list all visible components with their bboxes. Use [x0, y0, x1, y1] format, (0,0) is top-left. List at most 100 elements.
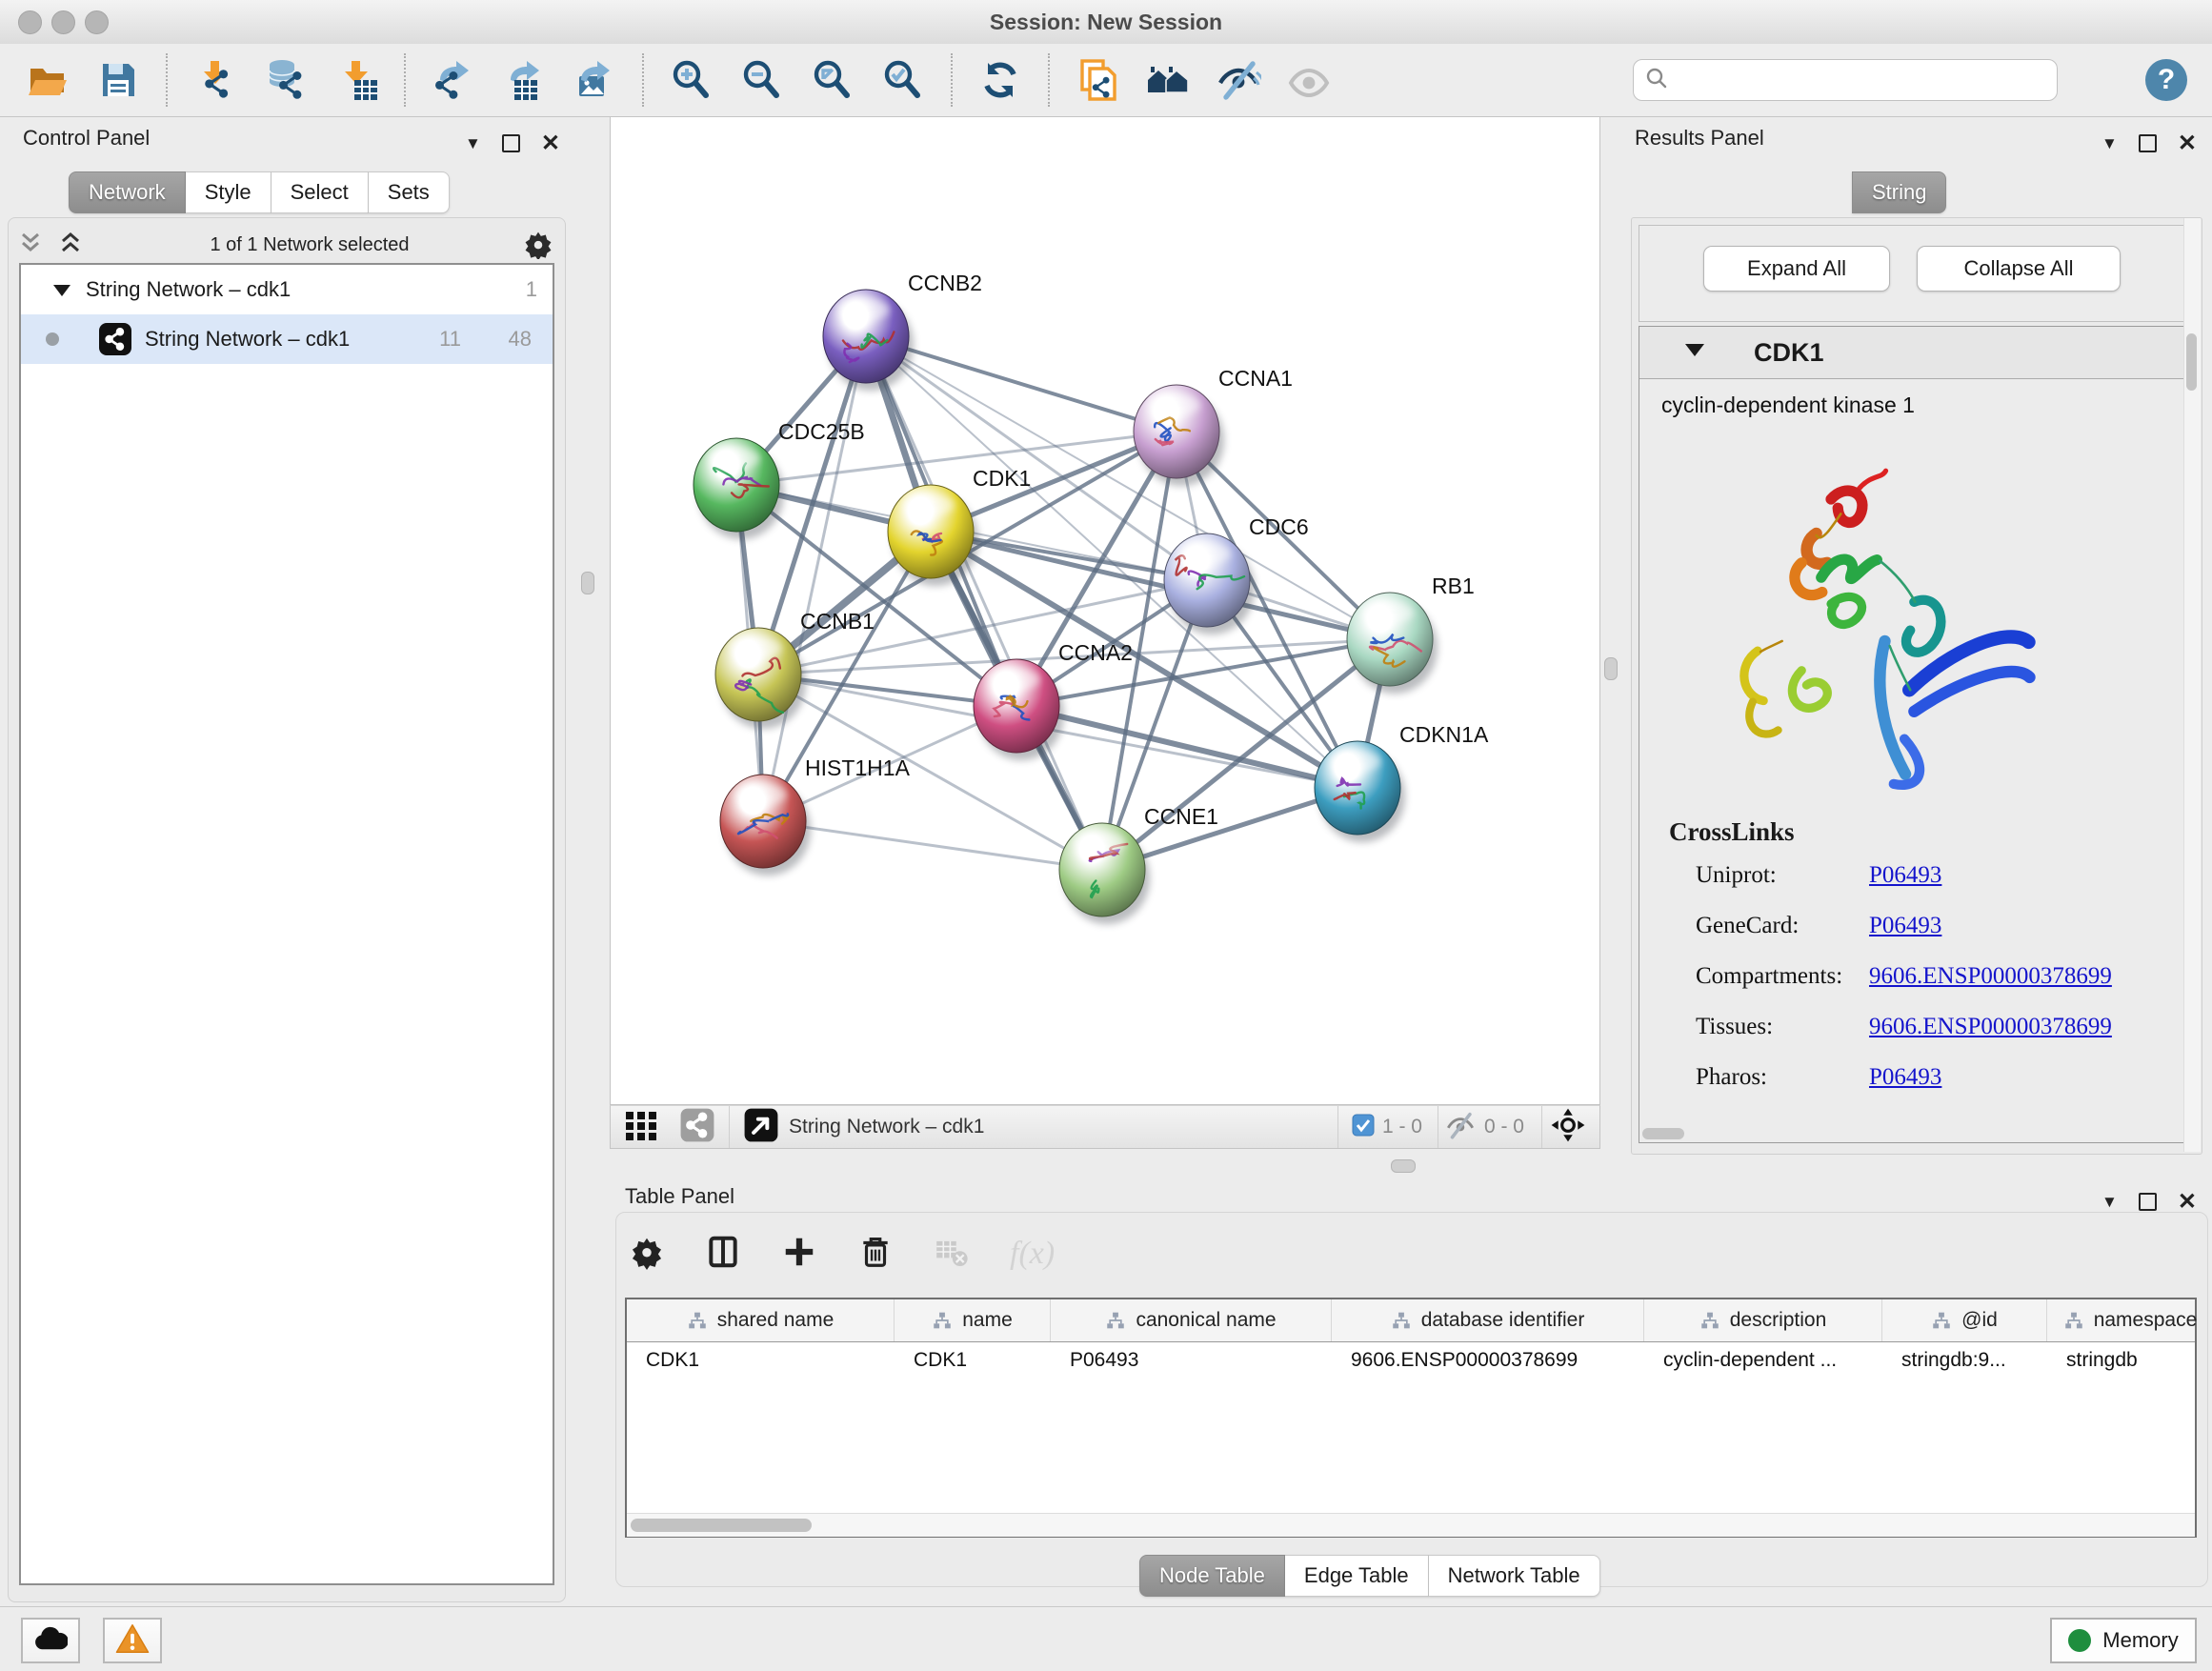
refresh-layout-icon[interactable] — [977, 57, 1023, 103]
result-expand-icon[interactable] — [1685, 344, 1704, 361]
birds-eye-view-icon[interactable] — [1550, 1107, 1586, 1148]
column-header-shared-name[interactable]: shared name — [627, 1299, 895, 1341]
right-splitter-handle[interactable] — [1604, 657, 1618, 680]
table-hscroll-thumb[interactable] — [631, 1519, 812, 1532]
tab-network[interactable]: Network — [69, 171, 186, 213]
results-vscroll-thumb[interactable] — [2186, 333, 2197, 391]
edge-CCNB2-HIST1H1A[interactable] — [763, 336, 866, 821]
tab-string[interactable]: String — [1852, 171, 1946, 213]
column-header-id[interactable]: @id — [1882, 1299, 2047, 1341]
hidden-eye-slash-icon[interactable] — [1444, 1109, 1477, 1146]
export-image-icon[interactable] — [572, 57, 617, 103]
control-panel-close-icon[interactable]: ✕ — [541, 130, 560, 157]
crosslink-link[interactable]: 9606.ENSP00000378699 — [1869, 1014, 2112, 1040]
grid-view-icon[interactable] — [624, 1108, 658, 1147]
column-header-namespace[interactable]: namespace — [2047, 1299, 2212, 1341]
delete-table-icon[interactable] — [934, 1234, 970, 1275]
export-network-icon[interactable] — [431, 57, 476, 103]
node-CCNE1[interactable] — [1059, 823, 1150, 924]
table-hscroll-track[interactable] — [627, 1513, 2195, 1537]
selected-checkbox-icon[interactable] — [1352, 1114, 1375, 1141]
table-cell: stringdb:9... — [1882, 1349, 2047, 1372]
window-title: Session: New Session — [0, 0, 2212, 44]
crosslink-link[interactable]: 9606.ENSP00000378699 — [1869, 963, 2112, 990]
node-CDC6[interactable] — [1164, 534, 1255, 634]
tab-style[interactable]: Style — [186, 171, 271, 213]
save-session-icon[interactable] — [95, 57, 141, 103]
network-row[interactable]: String Network – cdk1 11 48 — [21, 314, 553, 364]
node-HIST1H1A[interactable] — [720, 775, 811, 876]
import-network-database-icon[interactable] — [263, 57, 309, 103]
edge-CCNB2-CCNE1[interactable] — [866, 336, 1102, 870]
import-table-file-icon[interactable] — [333, 57, 379, 103]
network-view-share-icon[interactable] — [679, 1107, 715, 1148]
node-CCNB2[interactable] — [823, 290, 914, 391]
collection-expand-icon[interactable] — [53, 277, 70, 302]
node-CDKN1A[interactable] — [1315, 741, 1405, 842]
results-panel-float-icon[interactable] — [2139, 134, 2157, 152]
network-options-gear-icon[interactable] — [522, 227, 554, 264]
control-panel-float-icon[interactable] — [502, 134, 520, 152]
node-CDC25B[interactable] — [694, 438, 784, 539]
results-panel-close-icon[interactable]: ✕ — [2178, 130, 2197, 157]
tab-sets[interactable]: Sets — [369, 171, 450, 213]
control-panel-menu-icon[interactable]: ▼ — [465, 134, 481, 153]
collapse-all-icon[interactable] — [17, 231, 44, 260]
crosslink-link[interactable]: P06493 — [1869, 1064, 1941, 1091]
results-hscroll-thumb[interactable] — [1642, 1128, 1684, 1139]
function-builder-icon[interactable]: f(x) — [1010, 1236, 1055, 1272]
table-panel-float-icon[interactable] — [2139, 1193, 2157, 1211]
expand-all-button[interactable]: Expand All — [1703, 246, 1890, 292]
show-graphics-details-icon[interactable] — [1145, 57, 1191, 103]
delete-column-icon[interactable] — [857, 1234, 894, 1275]
memory-button[interactable]: Memory — [2050, 1618, 2197, 1663]
column-header-description[interactable]: description — [1644, 1299, 1882, 1341]
results-panel-menu-icon[interactable]: ▼ — [2101, 134, 2118, 153]
detach-view-icon[interactable] — [743, 1107, 779, 1148]
zoom-out-icon[interactable] — [739, 57, 785, 103]
new-network-from-selection-icon[interactable] — [1075, 57, 1120, 103]
export-table-icon[interactable] — [501, 57, 547, 103]
zoom-fit-icon[interactable] — [810, 57, 855, 103]
search-input[interactable] — [1676, 69, 2057, 92]
edge-HIST1H1A-CCNE1[interactable] — [763, 821, 1102, 870]
tab-select[interactable]: Select — [271, 171, 369, 213]
tab-network-table[interactable]: Network Table — [1429, 1555, 1600, 1597]
node-label-CDKN1A: CDKN1A — [1399, 722, 1489, 747]
import-network-file-icon[interactable] — [192, 57, 238, 103]
node-CCNA1[interactable] — [1134, 385, 1224, 486]
table-row[interactable]: CDK1CDK1P064939606.ENSP00000378699cyclin… — [627, 1342, 2195, 1379]
warning-button[interactable] — [103, 1618, 162, 1663]
tab-edge-table[interactable]: Edge Table — [1285, 1555, 1429, 1597]
zoom-in-icon[interactable] — [669, 57, 714, 103]
column-header-name[interactable]: name — [895, 1299, 1051, 1341]
cloud-button[interactable] — [21, 1618, 80, 1663]
add-column-icon[interactable] — [781, 1234, 817, 1275]
crosslink-link[interactable]: P06493 — [1869, 862, 1941, 889]
help-button[interactable]: ? — [2145, 59, 2187, 101]
show-columns-icon[interactable] — [705, 1234, 741, 1275]
show-all-icon[interactable] — [1286, 57, 1332, 103]
open-session-icon[interactable] — [25, 57, 70, 103]
window-minimize-button[interactable] — [51, 10, 75, 34]
table-gear-icon[interactable] — [629, 1234, 665, 1275]
result-item-header[interactable]: CDK1 — [1639, 327, 2190, 379]
horizontal-splitter-handle[interactable] — [1391, 1159, 1416, 1173]
node-CDK1[interactable] — [888, 485, 978, 586]
column-header-database-identifier[interactable]: database identifier — [1332, 1299, 1644, 1341]
column-header-canonical-name[interactable]: canonical name — [1051, 1299, 1332, 1341]
expand-all-icon[interactable] — [57, 231, 84, 260]
crosslink-link[interactable]: P06493 — [1869, 913, 1941, 939]
table-panel-menu-icon[interactable]: ▼ — [2101, 1193, 2118, 1212]
network-canvas[interactable]: CCNB2CCNA1CDC25BCDK1CDC6RB1CCNB1CCNA2CDK… — [610, 116, 1600, 1105]
window-zoom-button[interactable] — [85, 10, 109, 34]
tab-node-table[interactable]: Node Table — [1139, 1555, 1285, 1597]
hide-selected-icon[interactable] — [1216, 57, 1261, 103]
window-close-button[interactable] — [18, 10, 42, 34]
collapse-all-button[interactable]: Collapse All — [1917, 246, 2121, 292]
node-CCNA2[interactable] — [974, 659, 1064, 760]
left-splitter-handle[interactable] — [581, 572, 594, 594]
zoom-selected-icon[interactable] — [880, 57, 926, 103]
node-RB1[interactable] — [1347, 593, 1438, 694]
network-collection-row[interactable]: String Network – cdk1 1 — [21, 265, 553, 314]
